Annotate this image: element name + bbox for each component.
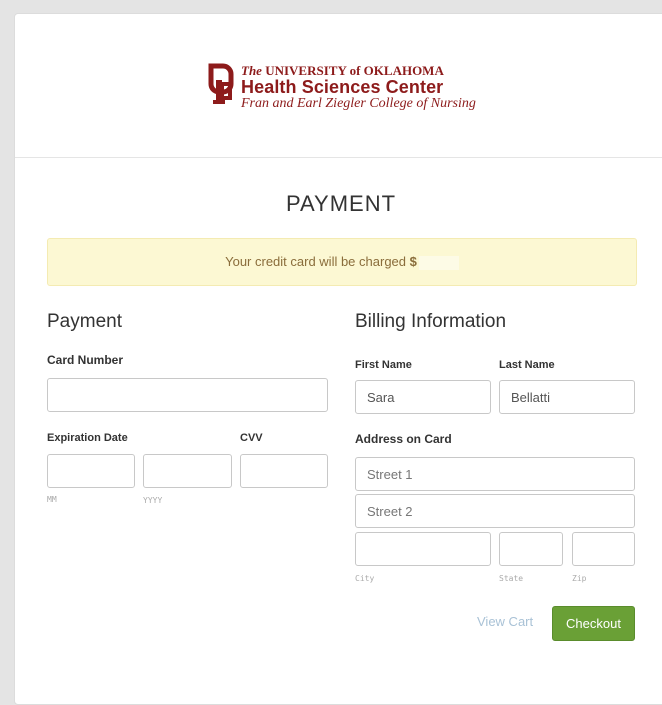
payment-heading: Payment	[47, 311, 122, 332]
page-title: PAYMENT	[285, 191, 397, 216]
cvv-input[interactable]	[240, 454, 328, 488]
zip-input[interactable]	[572, 532, 635, 566]
checkout-button[interactable]: Checkout	[552, 606, 635, 641]
state-input[interactable]	[499, 532, 563, 566]
address-label: Address on Card	[355, 432, 452, 446]
city-input[interactable]	[355, 532, 491, 566]
state-hint: State	[499, 574, 524, 583]
city-hint: City	[355, 574, 375, 583]
last-name-input[interactable]: Bellatti	[499, 380, 635, 414]
street-1-input[interactable]: Street 1	[355, 457, 635, 491]
cvv-label: CVV	[240, 432, 263, 444]
year-hint: YYYY	[143, 496, 163, 505]
charge-alert: Your credit card will be charged $	[47, 238, 637, 286]
logo-line-3: Fran and Earl Ziegler College of Nursing	[241, 96, 476, 111]
logo-line-1: The UNIVERSITY of OKLAHOMA	[241, 63, 444, 78]
university-logo: The UNIVERSITY of OKLAHOMA Health Scienc…	[207, 62, 476, 111]
charge-currency: $	[409, 254, 417, 269]
ou-logo-icon	[207, 62, 235, 106]
card-number-input[interactable]	[47, 378, 328, 412]
zip-hint: Zip	[572, 574, 587, 583]
payment-card: The UNIVERSITY of OKLAHOMA Health Scienc…	[14, 13, 662, 705]
expiration-year-input[interactable]	[143, 454, 232, 488]
logo-line-2: Health Sciences Center	[241, 77, 444, 97]
expiration-date-label: Expiration Date	[47, 432, 128, 444]
header: The UNIVERSITY of OKLAHOMA Health Scienc…	[15, 14, 662, 158]
month-hint: MM	[47, 495, 57, 504]
first-name-input[interactable]: Sara	[355, 380, 491, 414]
card-number-label: Card Number	[47, 353, 124, 367]
view-cart-button[interactable]: View Cart	[477, 614, 533, 629]
expiration-month-input[interactable]	[47, 454, 135, 488]
billing-heading: Billing Information	[355, 311, 507, 332]
charge-amount	[418, 255, 459, 270]
first-name-label: First Name	[355, 359, 412, 371]
last-name-label: Last Name	[499, 359, 555, 371]
charge-alert-text: Your credit card will be charged $	[48, 254, 636, 270]
street-2-input[interactable]: Street 2	[355, 494, 635, 528]
